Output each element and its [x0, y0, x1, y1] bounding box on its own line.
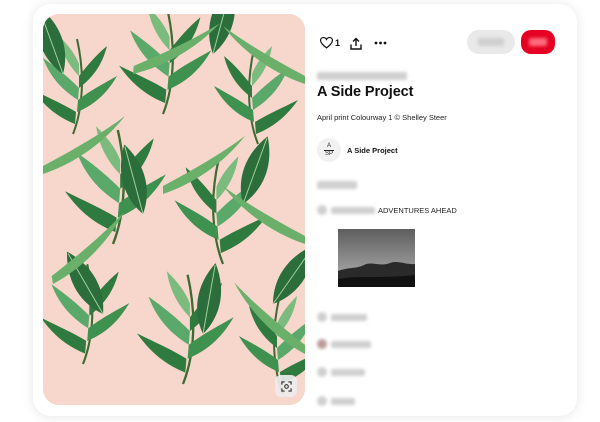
related-avatar — [317, 339, 327, 349]
related-avatar — [317, 396, 327, 406]
like-button[interactable]: 1 — [317, 32, 343, 54]
related-avatar — [317, 312, 327, 322]
source-url-blur — [317, 72, 407, 80]
heart-outline-icon — [319, 37, 333, 49]
related-text-blur — [331, 397, 355, 405]
related-item[interactable] — [317, 365, 365, 379]
creator-name[interactable]: A Side Project — [347, 146, 398, 155]
comments-header-redacted — [317, 180, 357, 190]
board-select-button[interactable] — [467, 30, 515, 54]
comment-photo[interactable] — [338, 229, 415, 287]
board-name-redacted — [478, 38, 504, 46]
pin-image[interactable] — [43, 14, 305, 405]
creator-avatar[interactable]: A SP — [317, 138, 341, 162]
share-button[interactable] — [347, 32, 365, 54]
related-text-blur — [331, 368, 365, 376]
creator-logo-top: A — [326, 142, 331, 149]
more-options-button[interactable] — [371, 32, 389, 54]
pin-details: 1 A Side Project April print Colourway 1… — [317, 4, 577, 416]
commenter-avatar[interactable] — [317, 205, 327, 215]
pin-description: April print Colourway 1 © Shelley Steer — [317, 113, 447, 122]
pin-card: 1 A Side Project April print Colourway 1… — [33, 4, 577, 416]
comment-text: ADVENTURES AHEAD — [378, 205, 457, 215]
related-avatar — [317, 367, 327, 377]
pin-closeup-page: 1 A Side Project April print Colourway 1… — [0, 0, 600, 422]
comment-item: ADVENTURES AHEAD — [317, 204, 457, 216]
source-link-redacted[interactable] — [317, 67, 407, 80]
related-item[interactable] — [317, 310, 367, 324]
related-item[interactable] — [317, 394, 355, 408]
share-upload-icon — [350, 37, 362, 50]
creator-logo-bottom: SP — [324, 150, 333, 157]
comments-heading-blur — [317, 181, 357, 189]
creator-row[interactable]: A SP A Side Project — [317, 137, 398, 163]
commenter-name-blur — [331, 206, 375, 214]
tropical-leaf-pattern — [43, 14, 305, 405]
related-text-blur — [331, 340, 371, 348]
pin-title: A Side Project — [317, 84, 414, 100]
related-item[interactable] — [317, 337, 371, 351]
related-text-blur — [331, 313, 367, 321]
visual-search-button[interactable] — [275, 375, 297, 397]
visual-search-icon — [280, 380, 292, 392]
save-label-redacted — [529, 38, 547, 46]
ellipsis-icon — [374, 41, 386, 45]
foggy-landscape-photo — [338, 229, 415, 287]
save-button[interactable] — [521, 30, 555, 54]
like-count: 1 — [334, 38, 340, 48]
pin-action-bar: 1 — [317, 30, 567, 56]
